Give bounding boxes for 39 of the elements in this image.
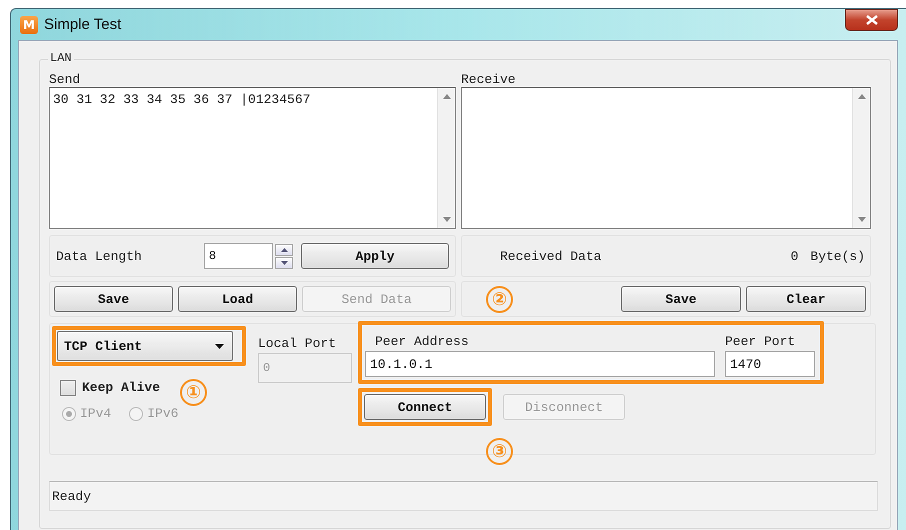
close-icon xyxy=(866,15,878,25)
window-title: Simple Test xyxy=(44,16,122,33)
app-logo: M xyxy=(20,16,38,34)
keep-alive-label: Keep Alive xyxy=(82,380,160,395)
mode-dropdown[interactable]: TCP Client xyxy=(57,331,233,361)
send-panel-button[interactable]: Save xyxy=(54,286,174,312)
peer-address-label: Peer Address xyxy=(374,334,470,349)
send-label: Send xyxy=(49,72,82,87)
scroll-up-icon[interactable] xyxy=(442,94,450,99)
callout-number: ② xyxy=(486,286,513,312)
peer-port-label: Peer Port xyxy=(725,334,796,349)
data-length-field[interactable]: 8 xyxy=(204,243,274,269)
status-bar: Ready xyxy=(49,481,878,511)
ip-version-label: IPv6 xyxy=(147,406,178,421)
received-data-label: Received Data xyxy=(500,248,602,264)
local-port-label: Local Port xyxy=(258,336,338,351)
scroll-down-icon[interactable] xyxy=(442,217,450,222)
scroll-up-icon[interactable] xyxy=(858,94,866,99)
ip-version-label: IPv4 xyxy=(80,406,112,421)
apply-button[interactable]: Apply xyxy=(301,243,449,269)
spin-down-icon[interactable] xyxy=(275,256,294,268)
send-text-area[interactable]: 30 31 32 33 34 35 36 37 |01234567 xyxy=(49,87,456,229)
connection-button[interactable]: Connect xyxy=(364,394,486,420)
send-panel-button[interactable]: Load xyxy=(178,286,298,312)
peer-address-field[interactable]: 10.1.0.1 xyxy=(365,351,715,377)
byte-unit: Byte(s) xyxy=(810,248,865,264)
spin-up-icon[interactable] xyxy=(275,244,294,256)
callout-number: ③ xyxy=(486,438,513,465)
receive-panel-button[interactable]: Clear xyxy=(746,286,866,312)
dropdown-caret-icon xyxy=(215,344,224,348)
received-count: 0 xyxy=(790,248,798,264)
callout-number: ① xyxy=(180,379,208,406)
keep-alive-checkbox[interactable] xyxy=(60,380,76,396)
peer-port-field[interactable]: 1470 xyxy=(725,351,815,377)
receive-panel-button[interactable]: Save xyxy=(621,286,741,312)
close-button[interactable] xyxy=(845,9,898,31)
receive-label: Receive xyxy=(461,72,517,87)
data-length-label: Data Length xyxy=(56,248,143,264)
scroll-down-icon[interactable] xyxy=(858,217,866,222)
